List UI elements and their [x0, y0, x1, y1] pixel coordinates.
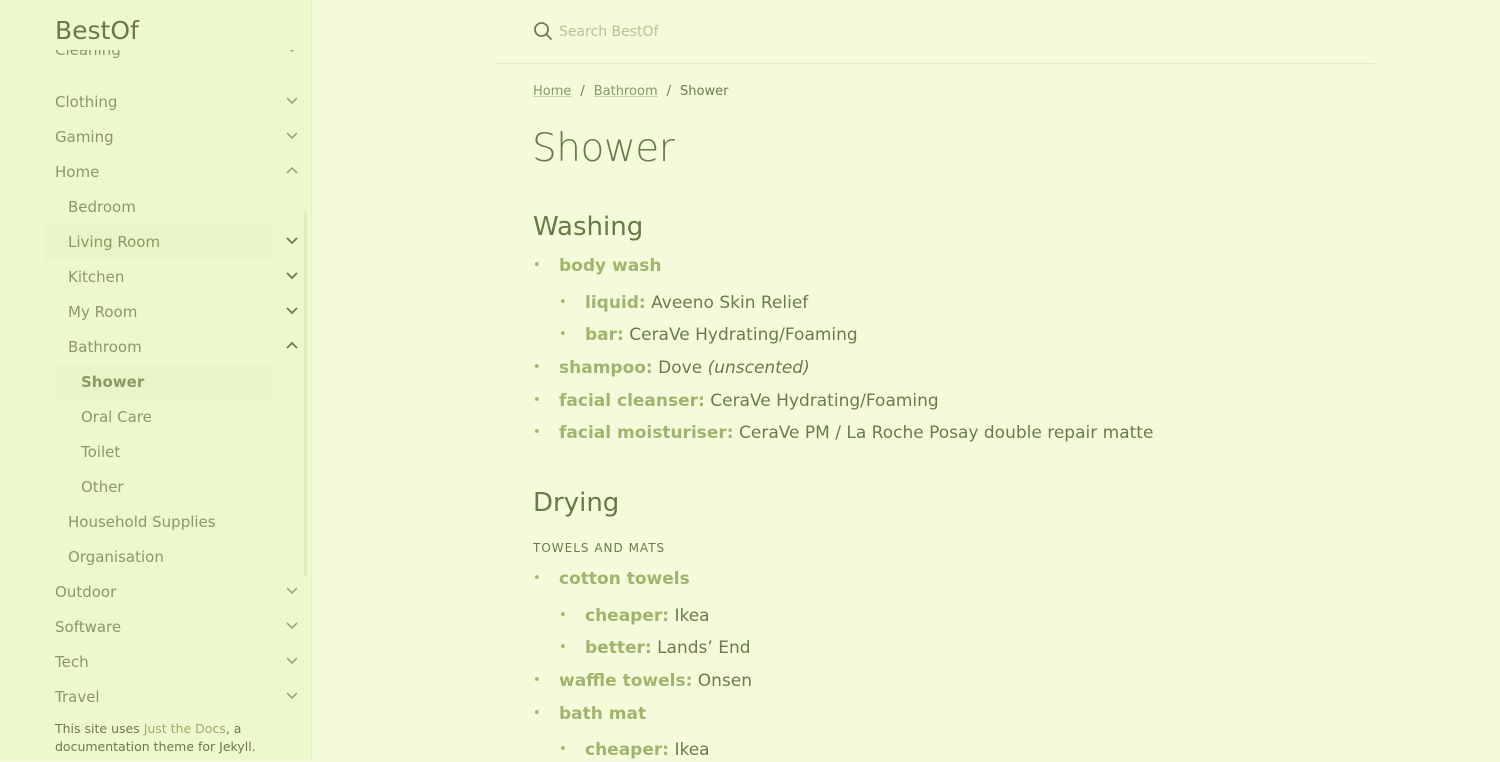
sidebar-item-kitchen[interactable]: Kitchen: [0, 260, 311, 295]
header-divider: [495, 63, 1375, 64]
sidebar-item-label[interactable]: Software: [55, 610, 121, 645]
sidebar-item-label[interactable]: Tech: [55, 645, 89, 680]
chevron-down-icon[interactable]: [285, 50, 299, 59]
section-title-washing: Washing: [533, 212, 644, 242]
sidebar-item-label[interactable]: Household Supplies: [68, 505, 216, 540]
sidebar-item-home[interactable]: Home: [0, 155, 311, 190]
sidebar-item-label[interactable]: Organisation: [68, 540, 164, 575]
sidebar-scrollbar[interactable]: [304, 212, 307, 577]
sidebar-item-label[interactable]: Shower: [81, 365, 144, 400]
sidebar-item-bathroom[interactable]: Bathroom: [0, 330, 311, 365]
sidebar-item-bedroom[interactable]: Bedroom: [0, 190, 311, 225]
breadcrumb: Home / Bathroom / Shower: [533, 84, 729, 99]
chevron-down-icon[interactable]: [285, 618, 299, 636]
sidebar-item-label[interactable]: Living Room: [68, 225, 160, 260]
sidebar-item-gaming[interactable]: Gaming: [0, 120, 311, 155]
subheading-towels-and-mats: TOWELS AND MATS: [533, 541, 666, 555]
sidebar-item-software[interactable]: Software: [0, 610, 311, 645]
breadcrumb-link-home[interactable]: Home: [533, 84, 571, 99]
sidebar-item-label[interactable]: Other: [81, 470, 124, 505]
sidebar-item-label[interactable]: Cleaning: [55, 50, 121, 68]
breadcrumb-link-bathroom[interactable]: Bathroom: [594, 84, 658, 99]
section-title-drying: Drying: [533, 488, 620, 518]
sidebar-item-organisation[interactable]: Organisation: [0, 540, 311, 575]
sidebar-item-label[interactable]: Home: [55, 155, 99, 190]
chevron-down-icon[interactable]: [285, 93, 299, 111]
search-icon: [533, 21, 553, 41]
sidebar-item-label[interactable]: Kitchen: [68, 260, 124, 295]
list-item: • better: Lands’ End: [559, 638, 751, 658]
chevron-down-icon[interactable]: [285, 268, 299, 286]
sidebar-item-clothing[interactable]: Clothing: [0, 85, 311, 120]
list-item: • bar: CeraVe Hydrating/Foaming: [559, 325, 858, 345]
chevron-down-icon[interactable]: [285, 583, 299, 601]
page-title: Shower: [532, 126, 675, 171]
list-item: • liquid: Aveeno Skin Relief: [559, 293, 809, 313]
sidebar-item-label[interactable]: Toilet: [81, 435, 120, 470]
sidebar-item-toilet[interactable]: Toilet: [0, 435, 311, 470]
breadcrumb-current: Shower: [680, 84, 729, 99]
sidebar-item-other[interactable]: Other: [0, 470, 311, 505]
sidebar-item-outdoor[interactable]: Outdoor: [0, 575, 311, 610]
chevron-down-icon[interactable]: [285, 128, 299, 146]
chevron-down-icon[interactable]: [285, 688, 299, 706]
sidebar-item-travel[interactable]: Travel: [0, 680, 311, 708]
sidebar-item-shower[interactable]: Shower: [0, 365, 311, 400]
search-input[interactable]: [559, 20, 1159, 44]
chevron-down-icon[interactable]: [285, 233, 299, 251]
list-item: • shampoo: Dove (unscented): [533, 358, 810, 378]
sidebar-item-living-room[interactable]: Living Room: [0, 225, 311, 260]
sidebar-item-tech[interactable]: Tech: [0, 645, 311, 680]
sidebar-item-label[interactable]: Oral Care: [81, 400, 152, 435]
list-item: • bath mat: [533, 704, 647, 724]
list-item: • cheaper: Ikea: [559, 606, 710, 626]
chevron-down-icon[interactable]: [285, 653, 299, 671]
sidebar-item-label[interactable]: Clothing: [55, 85, 117, 120]
footer-prefix: This site uses: [55, 721, 144, 736]
list-item: • cotton towels: [533, 569, 690, 589]
sidebar: BestOf Cleaning Clothing Gaming Home Bed…: [0, 0, 312, 760]
sidebar-item-label[interactable]: Outdoor: [55, 575, 116, 610]
sidebar-item-my-room[interactable]: My Room: [0, 295, 311, 330]
sidebar-nav: Cleaning Clothing Gaming Home Bedroom Li…: [0, 50, 311, 708]
sidebar-item-label[interactable]: Travel: [55, 680, 100, 708]
list-item: • cheaper: Ikea: [559, 740, 710, 760]
list-item: • body wash: [533, 256, 662, 276]
site-title[interactable]: BestOf: [55, 16, 139, 45]
sidebar-footer: This site uses Just the Docs, a document…: [55, 720, 285, 756]
chevron-up-icon[interactable]: [285, 338, 299, 356]
sidebar-item-label[interactable]: Bedroom: [68, 190, 136, 225]
list-item: • facial moisturiser: CeraVe PM / La Roch…: [533, 423, 1154, 443]
chevron-up-icon[interactable]: [285, 163, 299, 181]
footer-link[interactable]: Just the Docs: [144, 721, 226, 736]
sidebar-item-label[interactable]: My Room: [68, 295, 137, 330]
list-item: • waffle towels: Onsen: [533, 671, 753, 691]
list-item: • facial cleanser: CeraVe Hydrating/Foami…: [533, 391, 939, 411]
sidebar-item-oral-care[interactable]: Oral Care: [0, 400, 311, 435]
chevron-down-icon[interactable]: [285, 303, 299, 321]
sidebar-item-household-supplies[interactable]: Household Supplies: [0, 505, 311, 540]
sidebar-item-cleaning[interactable]: Cleaning: [0, 50, 311, 85]
sidebar-item-label[interactable]: Bathroom: [68, 330, 142, 365]
sidebar-item-label[interactable]: Gaming: [55, 120, 114, 155]
